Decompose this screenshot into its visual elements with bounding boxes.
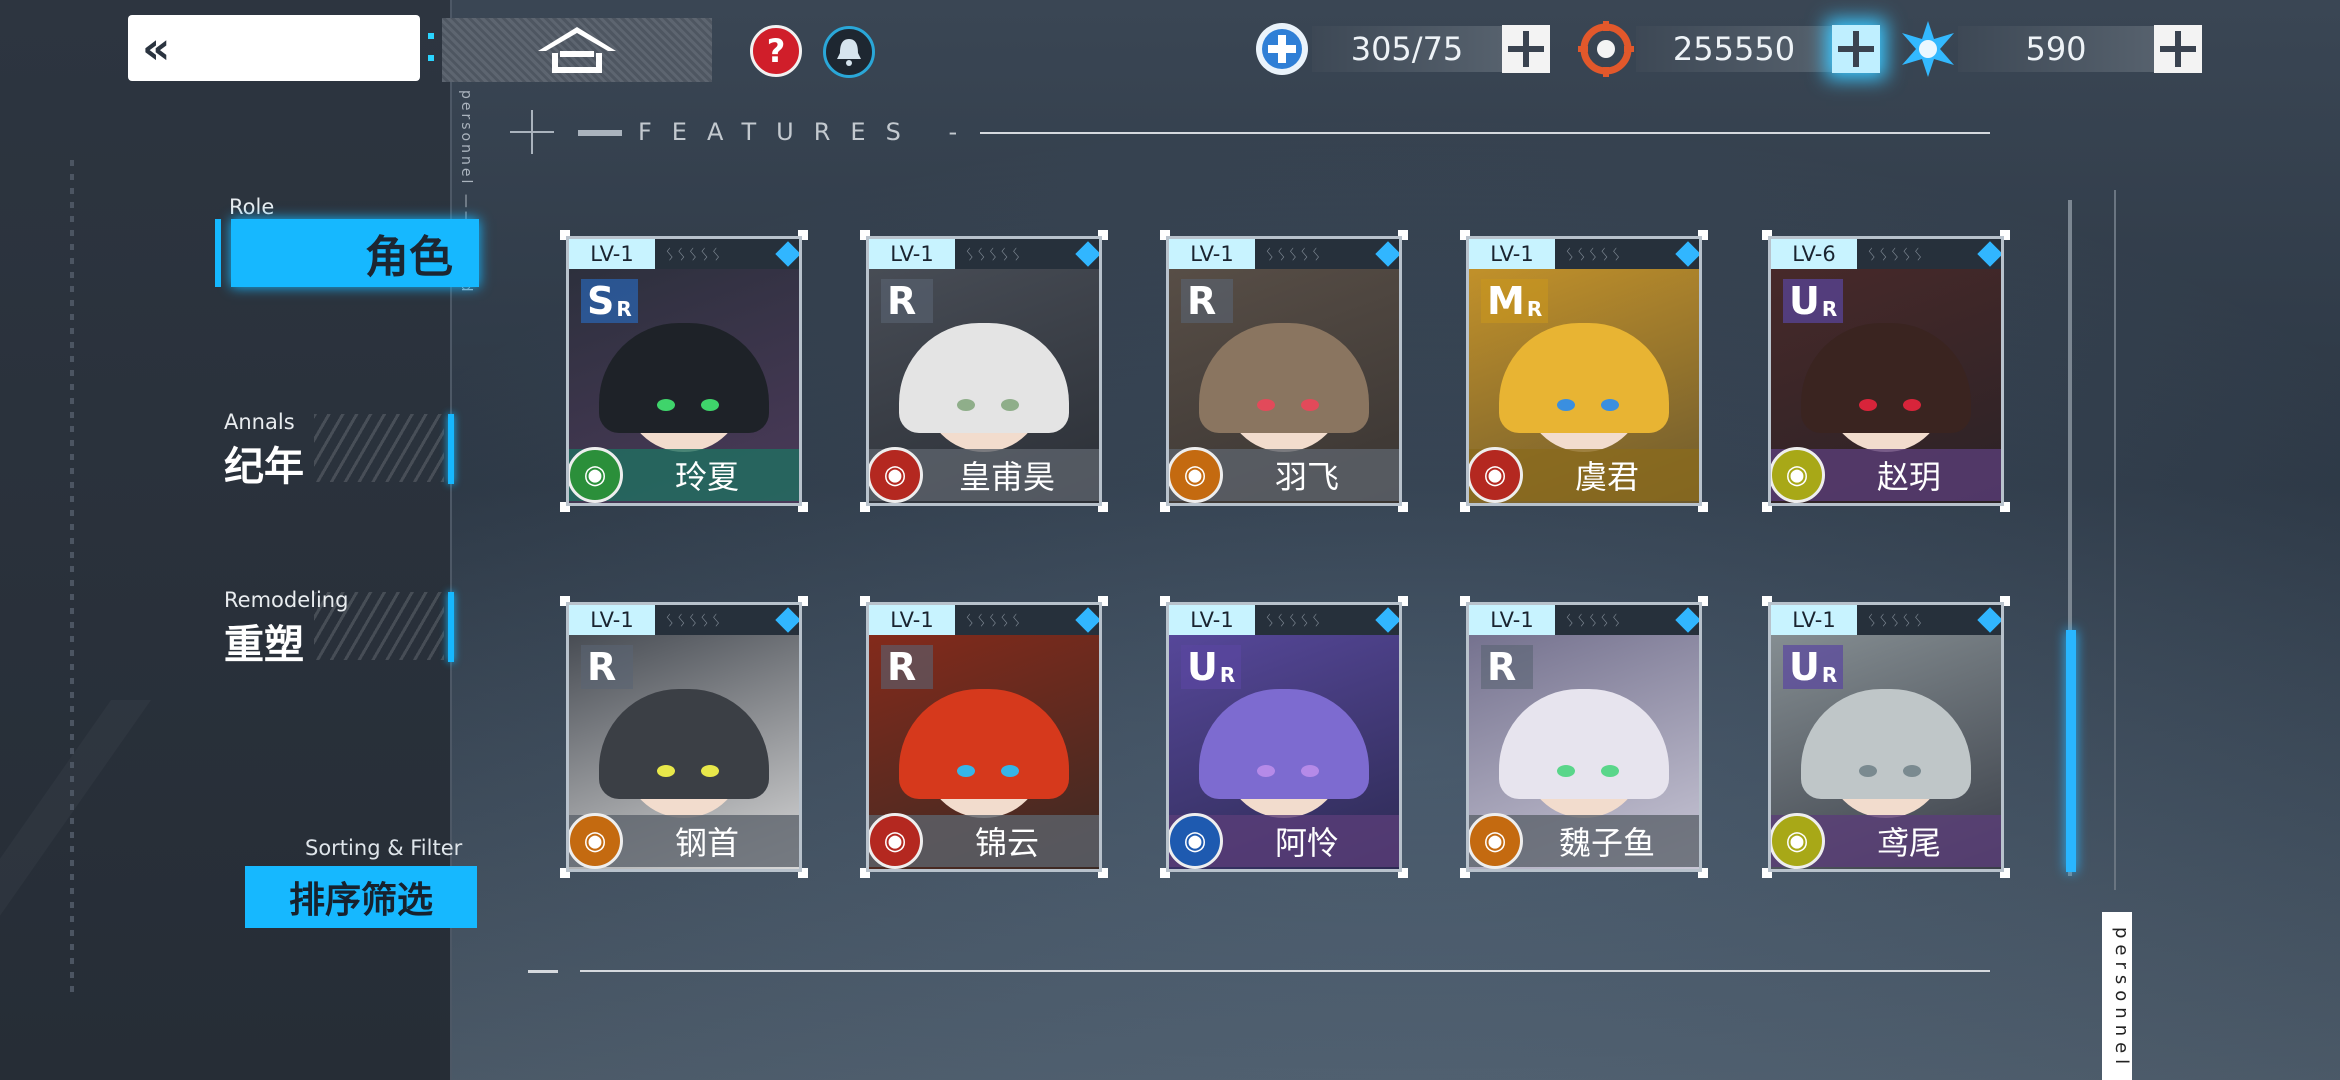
target-icon: [1576, 19, 1636, 79]
character-name: 虞君: [1574, 458, 1639, 496]
character-card[interactable]: LV-1 ᛊᛊᛊᛊᛊ R 羽飞 ◉: [1160, 230, 1408, 512]
crosshair-decor: [510, 110, 554, 154]
character-card[interactable]: LV-1 ᛊᛊᛊᛊᛊ R 钢首 ◉: [560, 596, 808, 878]
stamina-value: 305/75: [1312, 26, 1502, 72]
character-name: 赵玥: [1876, 458, 1941, 496]
back-button[interactable]: «: [128, 15, 420, 81]
level-tag: LV-1: [869, 239, 955, 269]
rarity-badge: R: [881, 645, 933, 689]
personnel-tag: personnel: [2102, 912, 2132, 1080]
bell-icon: [837, 39, 861, 66]
decor-dots: [428, 33, 434, 39]
light-icon: ◉: [1771, 447, 1825, 503]
rarity-badge: MR: [1481, 279, 1549, 323]
home-icon: [538, 27, 616, 73]
add-crystals-button[interactable]: [2154, 25, 2202, 73]
diamond-icon: [775, 241, 799, 267]
diamond-icon: [775, 607, 799, 633]
level-tag: LV-1: [1169, 605, 1255, 635]
thunder-icon: ◉: [569, 813, 623, 869]
level-tag: LV-1: [1169, 239, 1255, 269]
diamond-icon: [1375, 241, 1399, 267]
water-icon: ◉: [1169, 813, 1223, 869]
fire-icon: ◉: [869, 813, 923, 869]
scrollbar-thumb[interactable]: [2066, 630, 2076, 872]
character-card[interactable]: LV-6 ᛊᛊᛊᛊᛊ UR 赵玥 ◉: [1762, 230, 2010, 512]
character-card[interactable]: LV-1 ᛊᛊᛊᛊᛊ SR 玲夏 ◉: [560, 230, 808, 512]
character-name: 魏子鱼: [1558, 824, 1655, 862]
character-card[interactable]: LV-1 ᛊᛊᛊᛊᛊ R 皇甫昊 ◉: [860, 230, 1108, 512]
rarity-badge: R: [881, 279, 933, 323]
burst-icon: [1898, 19, 1958, 79]
diamond-icon: [1675, 607, 1699, 633]
home-button[interactable]: [442, 18, 712, 82]
character-name: 皇甫昊: [958, 458, 1055, 496]
diamond-icon: [1075, 607, 1099, 633]
add-stamina-button[interactable]: [1502, 25, 1550, 73]
bottom-divider: [580, 970, 1990, 972]
character-name: 锦云: [974, 824, 1039, 862]
diamond-icon: [1675, 241, 1699, 267]
double-chevron-left-icon: «: [142, 22, 171, 74]
diamond-icon: [1977, 241, 2001, 267]
diamond-icon: [1075, 241, 1099, 267]
level-tag: LV-1: [1469, 239, 1555, 269]
resource-crystals: 590: [1898, 19, 2202, 79]
rarity-badge: UR: [1181, 645, 1242, 689]
sort-filter-en: Sorting & Filter: [305, 836, 463, 860]
nav-annals[interactable]: Annals 纪年: [224, 410, 464, 490]
level-tag: LV-1: [1771, 605, 1857, 635]
nav-role-cn: 角色: [365, 232, 453, 283]
character-name: 阿怜: [1274, 824, 1339, 862]
level-tag: LV-1: [569, 239, 655, 269]
level-tag: LV-1: [869, 605, 955, 635]
fire-icon: ◉: [1469, 447, 1523, 503]
features-header: FEATURES -: [510, 110, 1990, 154]
rarity-badge: R: [581, 645, 633, 689]
character-name: 钢首: [674, 824, 739, 862]
credits-value: 255550: [1636, 26, 1832, 72]
light-icon: ◉: [1771, 813, 1825, 869]
plus-circle-icon: [1252, 19, 1312, 79]
character-name: 鸢尾: [1876, 824, 1941, 862]
sort-filter-cn: 排序筛选: [245, 866, 477, 928]
character-card[interactable]: LV-1 ᛊᛊᛊᛊᛊ UR 阿怜 ◉: [1160, 596, 1408, 878]
level-tag: LV-1: [569, 605, 655, 635]
character-name: 羽飞: [1274, 458, 1339, 496]
notification-button[interactable]: [823, 26, 875, 78]
thunder-icon: ◉: [1169, 447, 1223, 503]
question-icon: ?: [766, 32, 786, 70]
resource-stamina: 305/75: [1252, 22, 1550, 76]
diamond-icon: [1375, 607, 1399, 633]
rarity-badge: R: [1181, 279, 1233, 323]
character-card[interactable]: LV-1 ᛊᛊᛊᛊᛊ UR 鸢尾 ◉: [1762, 596, 2010, 878]
add-credits-button[interactable]: [1832, 25, 1880, 73]
rarity-badge: UR: [1783, 279, 1844, 323]
nav-role[interactable]: Role 角色: [215, 195, 485, 287]
diamond-icon: [1977, 607, 2001, 633]
resource-credits: 255550: [1576, 19, 1880, 79]
help-button[interactable]: ?: [750, 25, 802, 77]
character-card[interactable]: LV-1 ᛊᛊᛊᛊᛊ R 锦云 ◉: [860, 596, 1108, 878]
rarity-badge: R: [1481, 645, 1533, 689]
character-name: 玲夏: [674, 458, 739, 496]
rarity-badge: UR: [1783, 645, 1844, 689]
level-tag: LV-1: [1469, 605, 1555, 635]
thunder-icon: ◉: [1469, 813, 1523, 869]
nav-remodeling[interactable]: Remodeling 重塑: [224, 588, 464, 668]
rarity-badge: SR: [581, 279, 638, 323]
features-label: FEATURES -: [638, 118, 978, 146]
fire-icon: ◉: [869, 447, 923, 503]
crystals-value: 590: [1958, 26, 2154, 72]
level-tag: LV-6: [1771, 239, 1857, 269]
character-card[interactable]: LV-1 ᛊᛊᛊᛊᛊ MR 虞君 ◉: [1460, 230, 1708, 512]
nav-role-en: Role: [229, 195, 275, 219]
wind-icon: ◉: [569, 447, 623, 503]
character-card[interactable]: LV-1 ᛊᛊᛊᛊᛊ R 魏子鱼 ◉: [1460, 596, 1708, 878]
